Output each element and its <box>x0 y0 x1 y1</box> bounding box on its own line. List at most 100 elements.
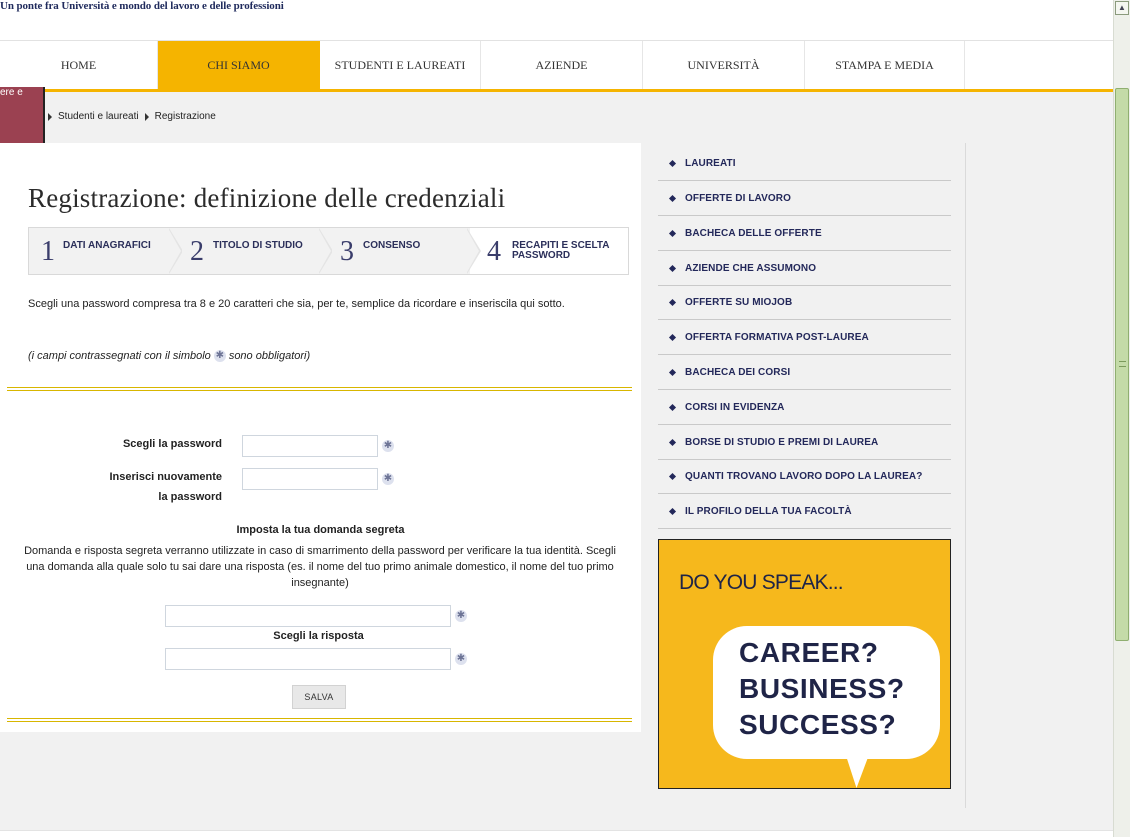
save-button[interactable]: SALVA <box>292 685 346 709</box>
bullet-icon <box>668 229 677 237</box>
sidebar-item-offerte-di-lavoro[interactable]: OFFERTE DI LAVORO <box>658 181 951 216</box>
step-2: 2 TITOLO DI STUDIO <box>182 228 322 274</box>
nav-universita[interactable]: UNIVERSITÀ <box>643 41 805 89</box>
sidebar-item-borse-di-studio[interactable]: BORSE DI STUDIO E PREMI DI LAUREA <box>658 425 951 460</box>
left-side-tab[interactable]: ere e <box>0 87 45 143</box>
sidebar-item-label: QUANTI TROVANO LAVORO DOPO LA LAUREA? <box>685 470 923 482</box>
main-navigation: HOME CHI SIAMO STUDENTI E LAUREATI AZIEN… <box>0 40 1113 93</box>
breadcrumb-arrow-icon <box>144 112 149 121</box>
banner-heading: DO YOU SPEAK... <box>679 571 844 594</box>
sidebar-item-label: BACHECA DEI CORSI <box>685 366 791 378</box>
step-3-number: 3 <box>340 236 354 267</box>
step-4-number: 4 <box>487 236 501 267</box>
sidebar-item-label: OFFERTE SU MIOJOB <box>685 296 793 308</box>
scrollbar-thumb[interactable] <box>1115 88 1129 641</box>
sidebar-item-label: OFFERTE DI LAVORO <box>685 192 791 204</box>
password-instructions: Scegli una password compresa tra 8 e 20 … <box>28 298 565 310</box>
bullet-icon <box>668 264 677 272</box>
bullet-icon <box>668 438 677 446</box>
sidebar-item-corsi-in-evidenza[interactable]: CORSI IN EVIDENZA <box>658 390 951 425</box>
section-divider <box>7 387 632 391</box>
registration-steps: 1 DATI ANAGRAFICI 2 TITOLO DI STUDIO 3 C… <box>28 227 629 275</box>
mandatory-note: (i campi contrassegnati con il simbolo ✱… <box>28 350 310 362</box>
breadcrumb-registrazione: Registrazione <box>154 111 216 122</box>
sidebar-item-label: BORSE DI STUDIO E PREMI DI LAUREA <box>685 436 879 448</box>
sidebar-item-label: OFFERTA FORMATIVA POST-LAUREA <box>685 331 869 343</box>
section-divider <box>7 718 632 722</box>
bullet-icon <box>668 368 677 376</box>
sidebar-item-label: LAUREATI <box>685 157 736 169</box>
secret-question-input[interactable] <box>165 605 451 627</box>
secret-question-description: Domanda e risposta segreta verranno util… <box>24 545 616 589</box>
do-you-speak-banner[interactable]: DO YOU SPEAK... CAREER? BUSINESS? SUCCES… <box>658 539 951 789</box>
sidebar-item-offerte-miojob[interactable]: OFFERTE SU MIOJOB <box>658 285 951 320</box>
sidebar-item-label: IL PROFILO DELLA TUA FACOLTÀ <box>685 505 852 517</box>
sidebar-divider <box>965 143 966 808</box>
sidebar-item-label: AZIENDE CHE ASSUMONO <box>685 262 817 274</box>
banner-line-success: SUCCESS? <box>739 709 897 740</box>
site-tagline: Un ponte fra Università e mondo del lavo… <box>0 0 284 12</box>
nav-stampa-e-media[interactable]: STAMPA E MEDIA <box>805 41 965 89</box>
banner-line-career: CAREER? <box>739 637 879 668</box>
step-separator-inner <box>466 228 479 274</box>
password-label: Scegli la password <box>122 438 222 450</box>
step-separator-inner <box>168 228 181 274</box>
required-icon: ✱ <box>213 350 226 362</box>
sidebar-item-offerta-formativa[interactable]: OFFERTA FORMATIVA POST-LAUREA <box>658 320 951 355</box>
nav-studenti-e-laureati[interactable]: STUDENTI E LAUREATI <box>320 41 481 89</box>
bullet-icon <box>668 333 677 341</box>
required-icon: ✱ <box>382 473 394 485</box>
sidebar-item-bacheca-offerte[interactable]: BACHECA DELLE OFFERTE <box>658 216 951 251</box>
mandatory-note-suffix: sono obbligatori) <box>228 350 311 362</box>
repeat-password-label: Inserisci nuovamente la password <box>40 467 223 507</box>
footer-rule <box>0 830 1113 837</box>
bullet-icon <box>668 472 677 480</box>
step-2-label: TITOLO DI STUDIO <box>213 240 303 251</box>
repeat-password-label-line2: la password <box>158 491 222 503</box>
secret-answer-input[interactable] <box>165 648 451 670</box>
step-1: 1 DATI ANAGRAFICI <box>29 228 172 274</box>
step-3-label: CONSENSO <box>363 240 421 251</box>
sidebar-item-label: CORSI IN EVIDENZA <box>685 401 785 413</box>
scroll-up-arrow-icon[interactable]: ▲ <box>1115 1 1129 15</box>
required-icon: ✱ <box>382 440 394 452</box>
step-3: 3 CONSENSO <box>332 228 467 274</box>
breadcrumb-arrow-icon <box>48 112 52 121</box>
bullet-icon <box>668 194 677 202</box>
required-icon: ✱ <box>455 610 467 622</box>
password-input[interactable] <box>242 435 378 457</box>
step-4-label: RECAPITI E SCELTA PASSWORD <box>512 240 610 261</box>
step-2-number: 2 <box>190 236 204 267</box>
mandatory-note-prefix: (i campi contrassegnati con il simbolo <box>28 350 211 362</box>
secret-question-title: Imposta la tua domanda segreta <box>236 524 405 536</box>
sidebar-item-aziende-che-assumono[interactable]: AZIENDE CHE ASSUMONO <box>658 251 951 286</box>
bullet-icon <box>668 403 677 411</box>
bullet-icon <box>668 159 677 167</box>
sidebar-item-laureati[interactable]: LAUREATI <box>658 146 951 181</box>
page-title: Registrazione: definizione delle credenz… <box>28 183 506 213</box>
nav-home[interactable]: HOME <box>0 41 158 89</box>
speech-bubble: CAREER? BUSINESS? SUCCESS? <box>713 626 940 759</box>
sidebar-item-label: BACHECA DELLE OFFERTE <box>685 227 822 239</box>
bullet-icon <box>668 298 677 306</box>
vertical-scrollbar[interactable]: ▲ <box>1113 0 1130 837</box>
breadcrumb: Studenti e laureati Registrazione <box>48 111 216 122</box>
breadcrumb-studenti[interactable]: Studenti e laureati <box>58 111 139 122</box>
sidebar-item-quanti-trovano-lavoro[interactable]: QUANTI TROVANO LAVORO DOPO LA LAUREA? <box>658 459 951 494</box>
step-1-label: DATI ANAGRAFICI <box>63 240 151 251</box>
bullet-icon <box>668 507 677 515</box>
left-side-tab-text: ere e <box>0 87 23 98</box>
secret-answer-label: Scegli la risposta <box>273 630 364 642</box>
step-4: 4 RECAPITI E SCELTA PASSWORD <box>470 228 628 274</box>
sidebar-item-profilo-facolta[interactable]: IL PROFILO DELLA TUA FACOLTÀ <box>658 494 951 529</box>
scrollbar-grip-icon <box>1119 361 1126 367</box>
nav-aziende[interactable]: AZIENDE <box>481 41 643 89</box>
required-icon: ✱ <box>455 653 467 665</box>
repeat-password-label-line1: Inserisci nuovamente <box>109 471 223 483</box>
sidebar-item-bacheca-corsi[interactable]: BACHECA DEI CORSI <box>658 355 951 390</box>
step-1-number: 1 <box>41 236 55 267</box>
step-separator-inner <box>318 228 331 274</box>
nav-chi-siamo[interactable]: CHI SIAMO <box>158 41 320 89</box>
repeat-password-input[interactable] <box>242 468 378 490</box>
banner-line-business: BUSINESS? <box>739 673 905 704</box>
